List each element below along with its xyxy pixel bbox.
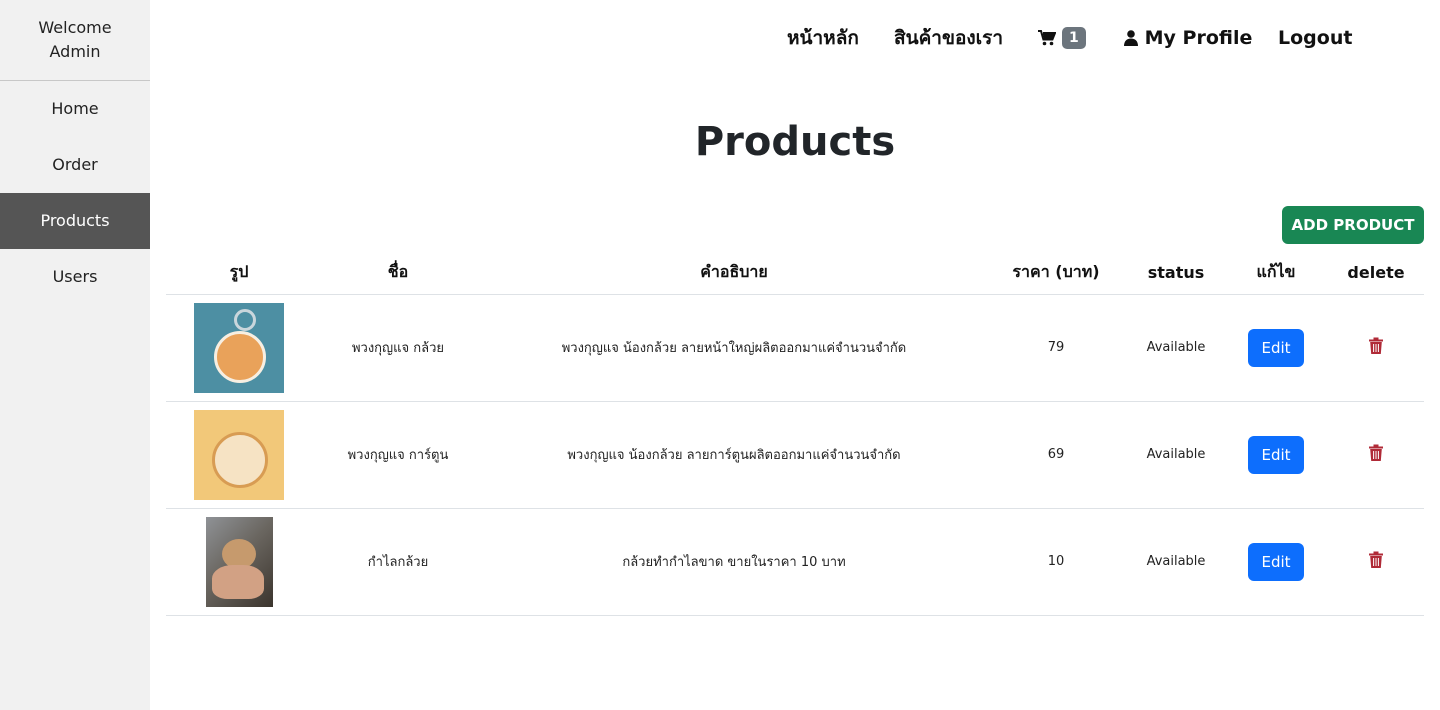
- column-header-delete: delete: [1328, 252, 1424, 295]
- product-name: พวงกุญแจ กล้วย: [312, 294, 484, 402]
- product-image: [194, 302, 284, 393]
- product-image: [194, 409, 284, 500]
- product-price: 69: [984, 401, 1128, 509]
- column-header-description: คำอธิบาย: [484, 252, 984, 295]
- products-table: รูป ชื่อ คำอธิบาย ราคา (บาท) status แก้ไ…: [166, 252, 1424, 616]
- edit-button[interactable]: Edit: [1248, 435, 1304, 474]
- product-description: กล้วยทำกำไลขาด ขายในราคา 10 บาท: [484, 508, 984, 616]
- edit-button[interactable]: Edit: [1248, 542, 1304, 581]
- nav-profile-label: My Profile: [1144, 27, 1253, 49]
- shopping-cart-icon: [1038, 26, 1057, 54]
- product-name: พวงกุญแจ การ์ตูน: [312, 401, 484, 509]
- column-header-name: ชื่อ: [312, 252, 484, 295]
- table-header-row: รูป ชื่อ คำอธิบาย ราคา (บาท) status แก้ไ…: [166, 252, 1424, 295]
- sidebar-item-products[interactable]: Products: [0, 193, 150, 249]
- column-header-edit: แก้ไข: [1224, 252, 1328, 295]
- product-status: Available: [1128, 508, 1224, 616]
- nav-cart-link[interactable]: 1: [1038, 24, 1086, 54]
- welcome-message: Welcome Admin: [0, 0, 150, 81]
- top-nav: หน้าหลัก สินค้าของเรา 1 My Profile Logou…: [150, 0, 1440, 76]
- add-product-button[interactable]: ADD PRODUCT: [1282, 206, 1424, 244]
- nav-profile-link[interactable]: My Profile: [1124, 24, 1252, 54]
- nav-our-products-link[interactable]: สินค้าของเรา: [894, 24, 1003, 52]
- sidebar-item-users[interactable]: Users: [0, 249, 150, 305]
- user-icon: [1124, 26, 1138, 54]
- product-status: Available: [1128, 401, 1224, 509]
- product-image: [205, 516, 273, 607]
- sidebar-item-order[interactable]: Order: [0, 137, 150, 193]
- nav-home-link[interactable]: หน้าหลัก: [787, 24, 859, 52]
- welcome-line-1: Welcome: [38, 18, 112, 37]
- product-description: พวงกุญแจ น้องกล้วย ลายหน้าใหญ่ผลิตออกมาแ…: [484, 294, 984, 402]
- table-row: กำไลกล้วย กล้วยทำกำไลขาด ขายในราคา 10 บา…: [166, 508, 1424, 616]
- trash-icon[interactable]: [1369, 337, 1383, 358]
- welcome-user: Admin: [49, 42, 101, 61]
- nav-logout-link[interactable]: Logout: [1278, 24, 1352, 52]
- product-price: 79: [984, 294, 1128, 402]
- sidebar: Welcome Admin Home Order Products Users: [0, 0, 150, 710]
- product-description: พวงกุญแจ น้องกล้วย ลายการ์ตูนผลิตออกมาแค…: [484, 401, 984, 509]
- product-name: กำไลกล้วย: [312, 508, 484, 616]
- cart-count-badge: 1: [1062, 27, 1086, 49]
- edit-button[interactable]: Edit: [1248, 328, 1304, 367]
- table-row: พวงกุญแจ กล้วย พวงกุญแจ น้องกล้วย ลายหน้…: [166, 294, 1424, 402]
- trash-icon[interactable]: [1369, 551, 1383, 572]
- column-header-status: status: [1128, 252, 1224, 295]
- column-header-image: รูป: [166, 252, 312, 295]
- page-title: Products: [694, 119, 896, 165]
- product-price: 10: [984, 508, 1128, 616]
- trash-icon[interactable]: [1369, 444, 1383, 465]
- product-status: Available: [1128, 294, 1224, 402]
- sidebar-item-home[interactable]: Home: [0, 81, 150, 137]
- column-header-price: ราคา (บาท): [984, 252, 1128, 295]
- table-row: พวงกุญแจ การ์ตูน พวงกุญแจ น้องกล้วย ลายก…: [166, 401, 1424, 509]
